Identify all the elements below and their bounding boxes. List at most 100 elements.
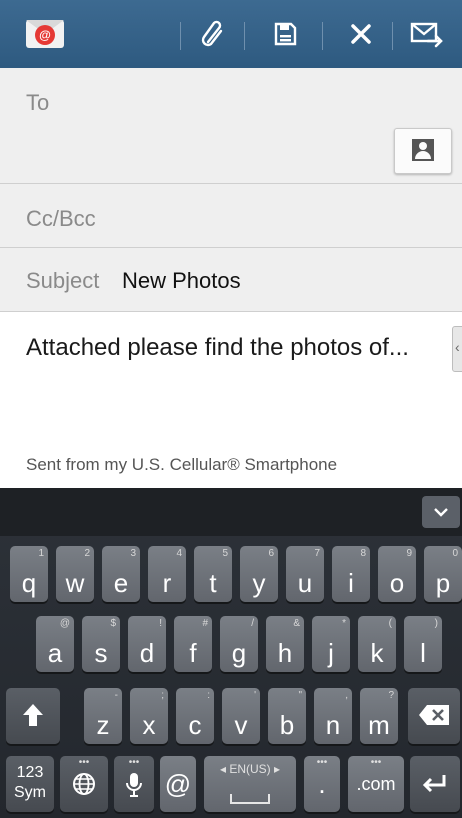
key-label: f xyxy=(189,638,197,668)
key-g[interactable]: / g xyxy=(220,616,258,672)
key-secondary-label: # xyxy=(202,618,208,629)
divider xyxy=(0,311,462,312)
language-globe-key[interactable]: ••• xyxy=(60,756,108,812)
key-v[interactable]: ' v xyxy=(222,688,260,744)
key-label: u xyxy=(297,568,313,598)
key-secondary-label: ) xyxy=(434,618,438,629)
sym-bottom-label: Sym xyxy=(14,784,46,801)
key-secondary-label: / xyxy=(251,618,254,629)
key-label: y xyxy=(252,568,266,598)
globe-icon xyxy=(73,773,95,795)
language-label: ◂ EN(US) ▸ xyxy=(219,762,281,776)
save-icon[interactable] xyxy=(262,14,308,54)
key-t[interactable]: 5t xyxy=(194,546,232,602)
period-key[interactable]: ••• . xyxy=(304,756,340,812)
contact-picker-button[interactable] xyxy=(394,128,452,174)
key-i[interactable]: 8i xyxy=(332,546,370,602)
space-icon xyxy=(230,794,270,804)
expand-handle[interactable]: ‹ xyxy=(452,326,462,372)
sym-key[interactable]: 123 Sym xyxy=(6,756,54,812)
key-a[interactable]: @ a xyxy=(36,616,74,672)
key-r[interactable]: 4r xyxy=(148,546,186,602)
key-d[interactable]: ! d xyxy=(128,616,166,672)
key-label: r xyxy=(162,568,172,598)
key-secondary-label: , xyxy=(345,690,348,701)
key-label: n xyxy=(325,710,341,740)
key-label: d xyxy=(139,638,155,668)
key-p[interactable]: 0p xyxy=(424,546,462,602)
key-hint: ••• xyxy=(128,757,140,768)
key-label: x xyxy=(142,710,156,740)
key-label: g xyxy=(231,638,247,668)
voice-input-key[interactable]: ••• xyxy=(114,756,154,812)
key-u[interactable]: 7u xyxy=(286,546,324,602)
key-m[interactable]: ? m xyxy=(360,688,398,744)
key-secondary-label: ( xyxy=(388,618,392,629)
contact-head xyxy=(419,142,427,150)
at-key[interactable]: @ xyxy=(160,756,196,812)
key-j[interactable]: * j xyxy=(312,616,350,672)
key-q[interactable]: 1q xyxy=(10,546,48,602)
key-secondary-label: 2 xyxy=(84,548,90,559)
key-b[interactable]: " b xyxy=(268,688,306,744)
key-secondary-label: 9 xyxy=(406,548,412,559)
key-label: o xyxy=(389,568,405,598)
key-n[interactable]: ,n xyxy=(314,688,352,744)
close-icon[interactable] xyxy=(338,14,384,54)
action-bar: @ xyxy=(0,0,462,68)
key-c[interactable]: :c xyxy=(176,688,214,744)
backspace-icon xyxy=(419,705,449,725)
message-body[interactable]: Attached please find the photos of... xyxy=(26,334,409,362)
key-label: s xyxy=(94,638,108,668)
key-o[interactable]: 9o xyxy=(378,546,416,602)
key-secondary-label: & xyxy=(293,618,300,629)
key-s[interactable]: $ s xyxy=(82,616,120,672)
divider xyxy=(0,247,462,248)
subject-label: Subject xyxy=(26,268,100,293)
key-h[interactable]: & h xyxy=(266,616,304,672)
key-z[interactable]: -z xyxy=(84,688,122,744)
dotcom-key[interactable]: ••• .com xyxy=(348,756,404,812)
space-key[interactable]: ◂ EN(US) ▸ xyxy=(204,756,296,812)
key-label: p xyxy=(435,568,451,598)
hide-keyboard-button[interactable] xyxy=(422,496,460,528)
key-label: c xyxy=(188,710,202,740)
key-label: a xyxy=(47,638,63,668)
period-label: . xyxy=(318,768,326,799)
chevron-left-icon: ‹ xyxy=(455,339,460,355)
enter-key[interactable] xyxy=(410,756,460,812)
attach-icon[interactable] xyxy=(190,14,236,54)
key-e[interactable]: 3e xyxy=(102,546,140,602)
keyboard: 1q2w3e4r5t6y7u8i9o0p @ a $ s! d # f / g & h * j(k) l … xyxy=(0,488,462,818)
key-label: t xyxy=(209,568,217,598)
key-secondary-label: 7 xyxy=(314,548,320,559)
shift-key[interactable] xyxy=(6,688,60,744)
subject-input[interactable]: New Photos xyxy=(122,268,241,294)
key-secondary-label: " xyxy=(298,690,302,701)
key-secondary-label: @ xyxy=(59,618,70,629)
backspace-key[interactable] xyxy=(408,688,460,744)
to-field[interactable] xyxy=(0,70,380,182)
key-label: w xyxy=(65,568,85,598)
key-secondary-label: ' xyxy=(254,690,256,701)
key-x[interactable]: ; x xyxy=(130,688,168,744)
key-label: l xyxy=(420,638,426,668)
cc-bcc-field[interactable] xyxy=(0,184,462,246)
email-app-icon[interactable]: @ xyxy=(26,20,64,48)
send-icon[interactable] xyxy=(404,14,450,54)
key-secondary-label: 4 xyxy=(176,548,182,559)
key-secondary-label: 3 xyxy=(130,548,136,559)
key-w[interactable]: 2w xyxy=(56,546,94,602)
at-key-label: @ xyxy=(164,768,192,799)
key-l[interactable]: ) l xyxy=(404,616,442,672)
language-code: EN(US) xyxy=(229,762,271,776)
enter-icon xyxy=(422,775,446,793)
key-secondary-label: - xyxy=(114,690,118,701)
key-secondary-label: 5 xyxy=(222,548,228,559)
key-k[interactable]: (k xyxy=(358,616,396,672)
key-label: z xyxy=(96,710,110,740)
key-y[interactable]: 6y xyxy=(240,546,278,602)
key-f[interactable]: # f xyxy=(174,616,212,672)
key-secondary-label: $ xyxy=(110,618,116,629)
keyboard-suggestion-bar xyxy=(0,488,462,536)
